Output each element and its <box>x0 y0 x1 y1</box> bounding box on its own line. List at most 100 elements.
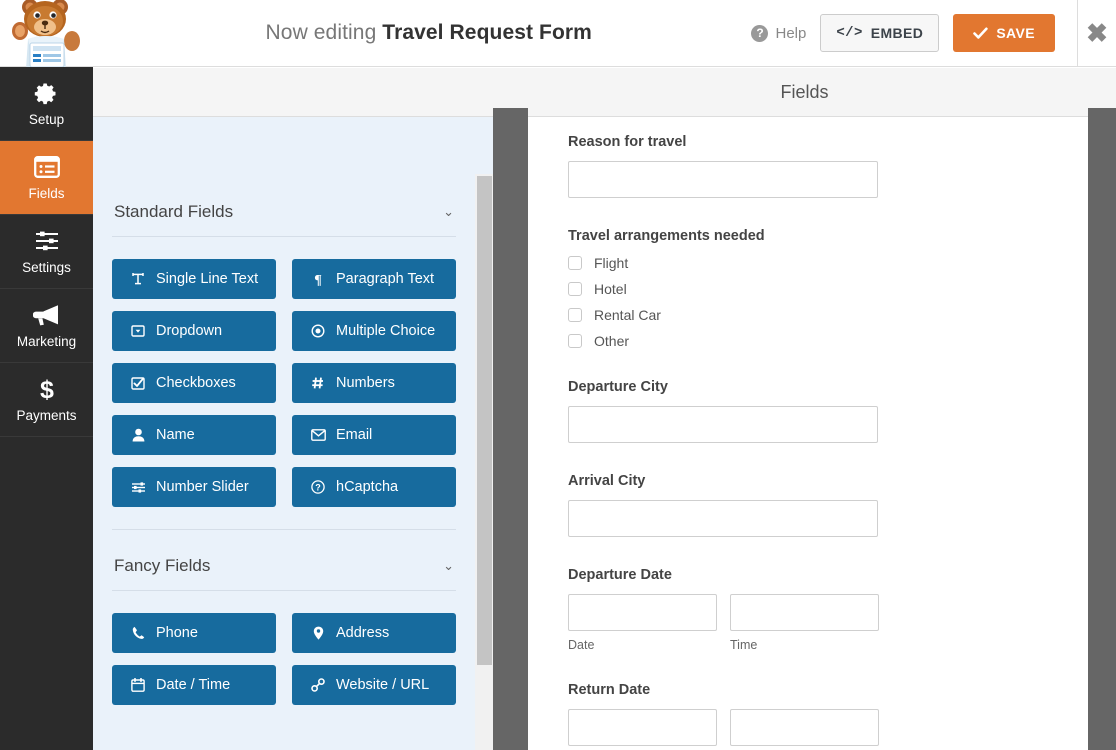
text-cursor-icon <box>130 272 146 286</box>
preview-field-return-date[interactable]: Return Date <box>568 682 1048 750</box>
megaphone-icon <box>33 302 60 328</box>
field-button-numbers[interactable]: Numbers <box>292 363 456 403</box>
field-button-label: Name <box>156 427 195 443</box>
time-column <box>730 709 879 750</box>
field-button-multiple-choice[interactable]: Multiple Choice <box>292 311 456 351</box>
field-button-date-time[interactable]: Date / Time <box>112 665 276 705</box>
field-button-paragraph-text[interactable]: ¶ Paragraph Text <box>292 259 456 299</box>
reason-for-travel-input[interactable] <box>568 161 878 198</box>
code-icon: </> <box>836 25 863 41</box>
preview-field-arrival-city[interactable]: Arrival City <box>568 473 1048 537</box>
sidebar-item-setup[interactable]: Setup <box>0 67 93 141</box>
field-label: Return Date <box>568 682 651 698</box>
close-x-icon: ✖ <box>1086 18 1108 48</box>
gear-icon <box>34 80 59 106</box>
checkbox-option-flight[interactable]: Flight <box>568 255 1048 271</box>
preview-field-reason-for-travel[interactable]: Reason for travel <box>568 134 1048 198</box>
close-button[interactable]: ✖ <box>1077 0 1116 67</box>
field-button-label: Number Slider <box>156 479 249 495</box>
checkbox-option-other[interactable]: Other <box>568 333 1048 349</box>
help-button[interactable]: ? Help <box>751 24 807 42</box>
field-button-name[interactable]: Name <box>112 415 276 455</box>
user-icon <box>130 428 146 442</box>
panel-scrollbar-thumb[interactable] <box>477 176 492 665</box>
field-button-dropdown[interactable]: Dropdown <box>112 311 276 351</box>
field-button-single-line-text[interactable]: Single Line Text <box>112 259 276 299</box>
chevron-down-icon: ⌄ <box>443 204 454 219</box>
group-header-fancy-fields[interactable]: Fancy Fields ⌄ <box>112 529 456 591</box>
checkbox-option-hotel[interactable]: Hotel <box>568 281 1048 297</box>
field-label: Arrival City <box>568 473 646 489</box>
date-column: Date <box>568 594 717 652</box>
sidebar-item-label: Fields <box>28 186 65 201</box>
field-button-label: Multiple Choice <box>336 323 436 339</box>
sidebar-item-payments[interactable]: $ Payments <box>0 363 93 437</box>
dollar-icon: $ <box>37 376 57 402</box>
checkbox-icon[interactable] <box>568 308 582 322</box>
checkbox-label: Rental Car <box>594 307 661 323</box>
field-button-hcaptcha[interactable]: ? hCaptcha <box>292 467 456 507</box>
panel-top-strip <box>93 68 493 117</box>
envelope-icon <box>310 429 326 441</box>
sidebar-item-label: Payments <box>16 408 77 423</box>
preview-field-departure-city[interactable]: Departure City <box>568 379 1048 443</box>
field-button-number-slider[interactable]: Number Slider <box>112 467 276 507</box>
embed-button[interactable]: </> EMBED <box>820 14 940 52</box>
save-label: SAVE <box>996 25 1035 41</box>
checkbox-icon[interactable] <box>568 256 582 270</box>
form-preview: Reason for travel Travel arrangements ne… <box>528 117 1088 750</box>
logo <box>0 0 96 69</box>
sidebar-item-label: Settings <box>22 260 71 275</box>
link-icon <box>310 678 326 692</box>
field-button-address[interactable]: Address <box>292 613 456 653</box>
hash-icon <box>310 376 326 390</box>
pilcrow-icon: ¶ <box>310 272 326 286</box>
preview-header: Fields <box>493 68 1116 117</box>
app-header: Now editing Travel Request Form ? Help <… <box>0 0 1116 69</box>
preview-title: Fields <box>780 81 829 102</box>
sidebar-item-settings[interactable]: Settings <box>0 215 93 289</box>
field-button-label: Paragraph Text <box>336 271 435 287</box>
field-label: Reason for travel <box>568 134 687 150</box>
calendar-icon <box>130 678 146 692</box>
field-label: Departure Date <box>568 567 672 583</box>
main-sidebar: Setup Fields Settings Marketing $ Paymen… <box>0 67 93 750</box>
time-column: Time <box>730 594 879 652</box>
checkbox-icon[interactable] <box>568 282 582 296</box>
add-fields-list: Standard Fields ⌄ Single Line Text ¶ Par… <box>93 174 475 705</box>
map-pin-icon <box>310 626 326 640</box>
group-header-standard-fields[interactable]: Standard Fields ⌄ <box>112 174 456 237</box>
return-date-input[interactable] <box>568 709 717 746</box>
field-button-checkboxes[interactable]: Checkboxes <box>112 363 276 403</box>
field-button-phone[interactable]: Phone <box>112 613 276 653</box>
date-column <box>568 709 717 750</box>
return-time-input[interactable] <box>730 709 879 746</box>
preview-field-travel-arrangements[interactable]: Travel arrangements needed Flight Hotel … <box>568 228 1048 349</box>
field-button-label: Dropdown <box>156 323 223 339</box>
preview-field-departure-date[interactable]: Departure Date Date Time <box>568 567 1048 652</box>
sidebar-item-marketing[interactable]: Marketing <box>0 289 93 363</box>
field-button-email[interactable]: Email <box>292 415 456 455</box>
sidebar-item-fields[interactable]: Fields <box>0 141 93 215</box>
departure-time-input[interactable] <box>730 594 879 631</box>
dropdown-caret-icon <box>130 324 146 338</box>
checkbox-icon[interactable] <box>568 334 582 348</box>
date-time-row <box>568 709 1048 750</box>
field-button-label: Email <box>336 427 373 443</box>
question-circle-icon: ? <box>751 24 769 42</box>
arrival-city-input[interactable] <box>568 500 878 537</box>
help-label: Help <box>775 24 807 42</box>
field-button-label: Date / Time <box>156 677 231 693</box>
departure-city-input[interactable] <box>568 406 878 443</box>
field-button-website-url[interactable]: Website / URL <box>292 665 456 705</box>
svg-text:?: ? <box>315 483 321 493</box>
departure-date-input[interactable] <box>568 594 717 631</box>
field-label: Travel arrangements needed <box>568 228 765 244</box>
wpforms-mascot-bear-icon <box>12 0 80 69</box>
page-title: Now editing Travel Request Form <box>96 21 751 45</box>
preview-left-gutter <box>493 108 528 750</box>
checkmark-icon <box>973 27 989 39</box>
date-sublabel: Date <box>568 638 595 652</box>
checkbox-option-rental-car[interactable]: Rental Car <box>568 307 1048 323</box>
save-button[interactable]: SAVE <box>953 14 1055 52</box>
